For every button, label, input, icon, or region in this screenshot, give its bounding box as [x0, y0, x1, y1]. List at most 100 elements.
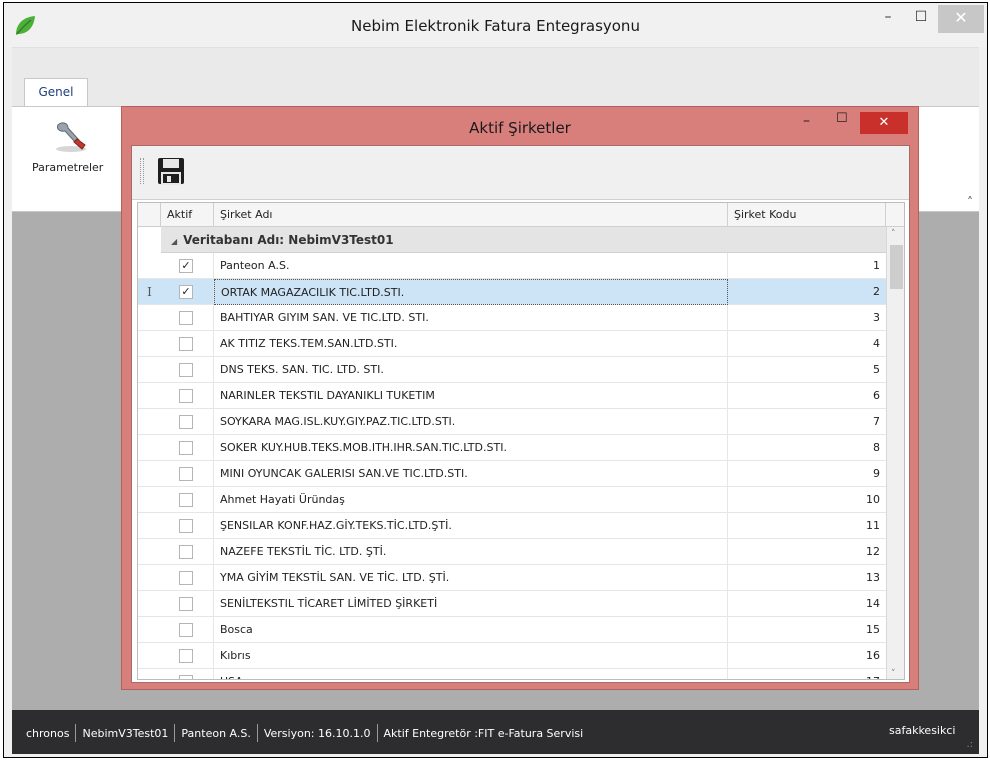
- aktif-checkbox[interactable]: [179, 363, 193, 377]
- table-row[interactable]: NAZEFE TEKSTİL TİC. LTD. ŞTİ. 12: [138, 539, 886, 565]
- sirket-adi-cell[interactable]: MINI OYUNCAK GALERISI SAN.VE TIC.LTD.STI…: [214, 461, 728, 487]
- aktif-checkbox[interactable]: [179, 467, 193, 481]
- parametreler-button[interactable]: Parametreler: [32, 161, 103, 174]
- sirket-adi-cell[interactable]: SENİLTEKSTIL TİCARET LİMİTED ŞİRKETİ: [214, 591, 728, 617]
- sirket-adi-cell[interactable]: SOYKARA MAG.ISL.KUY.GIY.PAZ.TIC.LTD.STI.: [214, 409, 728, 435]
- aktif-checkbox[interactable]: [179, 649, 193, 663]
- status-items: chronos NebimV3Test01 Panteon A.S. Versi…: [20, 724, 589, 742]
- sirket-kodu-cell[interactable]: 4: [728, 331, 886, 357]
- table-row[interactable]: SOYKARA MAG.ISL.KUY.GIY.PAZ.TIC.LTD.STI.…: [138, 409, 886, 435]
- maximize-button[interactable]: ☐: [899, 3, 943, 33]
- column-header-sirket-kodu[interactable]: Şirket Kodu: [728, 203, 886, 227]
- aktif-checkbox[interactable]: [179, 519, 193, 533]
- sirket-kodu-cell[interactable]: 15: [728, 617, 886, 643]
- aktif-checkbox[interactable]: [179, 623, 193, 637]
- aktif-cell: [161, 565, 214, 591]
- close-button[interactable]: ✕: [938, 5, 984, 33]
- dialog-title: Aktif Şirketler: [469, 119, 571, 137]
- table-row[interactable]: ŞENSILAR KONF.HAZ.GİY.TEKS.TİC.LTD.ŞTİ. 1…: [138, 513, 886, 539]
- table-row[interactable]: I ✓ ORTAK MAGAZACILIK TIC.LTD.STI. 2: [138, 279, 886, 305]
- sirket-kodu-cell[interactable]: 6: [728, 383, 886, 409]
- sirket-kodu-cell[interactable]: 11: [728, 513, 886, 539]
- sirket-adi-cell[interactable]: Panteon A.S.: [214, 253, 728, 279]
- sirket-kodu-cell[interactable]: 1: [728, 253, 886, 279]
- table-row[interactable]: SOKER KUY.HUB.TEKS.MOB.ITH.IHR.SAN.TIC.L…: [138, 435, 886, 461]
- dialog-close-button[interactable]: ✕: [860, 112, 908, 134]
- aktif-checkbox[interactable]: [179, 311, 193, 325]
- table-row[interactable]: ✓ Panteon A.S. 1: [138, 253, 886, 279]
- title-bar[interactable]: Nebim Elektronik Fatura Entegrasyonu – ☐…: [4, 3, 987, 47]
- aktif-checkbox[interactable]: [179, 493, 193, 507]
- dialog-toolbar: [132, 146, 909, 200]
- sirket-adi-cell[interactable]: SOKER KUY.HUB.TEKS.MOB.ITH.IHR.SAN.TIC.L…: [214, 435, 728, 461]
- sirket-kodu-cell[interactable]: 17: [728, 669, 886, 679]
- sirket-kodu-cell[interactable]: 2: [728, 279, 886, 305]
- column-header-aktif[interactable]: Aktif: [161, 203, 214, 227]
- aktif-checkbox[interactable]: [179, 571, 193, 585]
- aktif-checkbox[interactable]: [179, 545, 193, 559]
- vertical-scrollbar[interactable]: ˄ ˅: [886, 227, 904, 679]
- sirket-adi-cell[interactable]: DNS TEKS. SAN. TIC. LTD. STI.: [214, 357, 728, 383]
- aktif-checkbox[interactable]: [179, 337, 193, 351]
- sirket-kodu-cell[interactable]: 7: [728, 409, 886, 435]
- sirket-kodu-cell[interactable]: 3: [728, 305, 886, 331]
- table-row[interactable]: BAHTIYAR GIYIM SAN. VE TIC.LTD. STI. 3: [138, 305, 886, 331]
- ribbon-collapse-icon[interactable]: ˄: [967, 195, 973, 209]
- table-row[interactable]: Ahmet Hayati Üründaş 10: [138, 487, 886, 513]
- aktif-checkbox[interactable]: [179, 597, 193, 611]
- sirket-adi-cell[interactable]: ŞENSILAR KONF.HAZ.GİY.TEKS.TİC.LTD.ŞTİ.: [214, 513, 728, 539]
- ribbon-tab-strip: [12, 47, 979, 107]
- table-row[interactable]: AK TITIZ TEKS.TEM.SAN.LTD.STI. 4: [138, 331, 886, 357]
- sirket-kodu-cell[interactable]: 10: [728, 487, 886, 513]
- sirket-kodu-cell[interactable]: 5: [728, 357, 886, 383]
- save-icon[interactable]: [156, 156, 186, 186]
- sirket-kodu-cell[interactable]: 14: [728, 591, 886, 617]
- scroll-down-icon[interactable]: ˅: [891, 669, 896, 679]
- tab-genel[interactable]: Genel: [24, 78, 88, 106]
- sirket-kodu-cell[interactable]: 9: [728, 461, 886, 487]
- sirket-adi-cell[interactable]: NAZEFE TEKSTİL TİC. LTD. ŞTİ.: [214, 539, 728, 565]
- sirket-kodu-cell[interactable]: 16: [728, 643, 886, 669]
- table-row[interactable]: YMA GİYİM TEKSTİL SAN. VE TİC. LTD. ŞTİ.…: [138, 565, 886, 591]
- aktif-cell: [161, 591, 214, 617]
- scroll-thumb[interactable]: [890, 245, 903, 289]
- row-indicator: [138, 643, 161, 669]
- table-row[interactable]: SENİLTEKSTIL TİCARET LİMİTED ŞİRKETİ 14: [138, 591, 886, 617]
- aktif-checkbox[interactable]: [179, 389, 193, 403]
- aktif-cell: [161, 643, 214, 669]
- aktif-checkbox[interactable]: ✓: [179, 285, 193, 299]
- table-row[interactable]: Kıbrıs 16: [138, 643, 886, 669]
- table-row[interactable]: MINI OYUNCAK GALERISI SAN.VE TIC.LTD.STI…: [138, 461, 886, 487]
- aktif-checkbox[interactable]: ✓: [179, 259, 193, 273]
- sirket-adi-cell[interactable]: BAHTIYAR GIYIM SAN. VE TIC.LTD. STI.: [214, 305, 728, 331]
- table-row[interactable]: USA17: [138, 669, 886, 679]
- sirket-kodu-cell[interactable]: 13: [728, 565, 886, 591]
- sirket-adi-cell[interactable]: YMA GİYİM TEKSTİL SAN. VE TİC. LTD. ŞTİ.: [214, 565, 728, 591]
- sirket-adi-cell[interactable]: USA: [214, 669, 728, 679]
- aktif-cell: ✓: [161, 253, 214, 279]
- dialog-minimize-button[interactable]: –: [803, 113, 810, 129]
- sirket-adi-cell[interactable]: Ahmet Hayati Üründaş: [214, 487, 728, 513]
- sirket-adi-cell[interactable]: Kıbrıs: [214, 643, 728, 669]
- sirket-adi-cell[interactable]: AK TITIZ TEKS.TEM.SAN.LTD.STI.: [214, 331, 728, 357]
- sirket-kodu-cell[interactable]: 12: [728, 539, 886, 565]
- table-row[interactable]: NARINLER TEKSTIL DAYANIKLI TUKETIM 6: [138, 383, 886, 409]
- scroll-up-icon[interactable]: ˄: [891, 229, 896, 239]
- table-row[interactable]: Bosca 15: [138, 617, 886, 643]
- group-row[interactable]: ◢ Veritabanı Adı: NebimV3Test01: [161, 227, 886, 253]
- table-row[interactable]: DNS TEKS. SAN. TIC. LTD. STI. 5: [138, 357, 886, 383]
- companies-grid: Aktif Şirket Adı Şirket Kodu ◢ Veritabanı…: [137, 202, 905, 680]
- wrench-icon[interactable]: [52, 119, 90, 153]
- resize-grip-icon[interactable]: .:: [966, 739, 973, 750]
- toolbar-grip[interactable]: [140, 158, 144, 184]
- dialog-maximize-button[interactable]: ☐: [836, 111, 848, 126]
- expand-arrow-icon[interactable]: ◢: [171, 237, 177, 246]
- sirket-adi-cell[interactable]: NARINLER TEKSTIL DAYANIKLI TUKETIM: [214, 383, 728, 409]
- aktif-checkbox[interactable]: [179, 415, 193, 429]
- sirket-adi-cell[interactable]: ORTAK MAGAZACILIK TIC.LTD.STI.: [214, 279, 728, 305]
- sirket-kodu-cell[interactable]: 8: [728, 435, 886, 461]
- column-header-sirket-adi[interactable]: Şirket Adı: [214, 203, 728, 227]
- aktif-checkbox[interactable]: [179, 675, 193, 679]
- sirket-adi-cell[interactable]: Bosca: [214, 617, 728, 643]
- aktif-checkbox[interactable]: [179, 441, 193, 455]
